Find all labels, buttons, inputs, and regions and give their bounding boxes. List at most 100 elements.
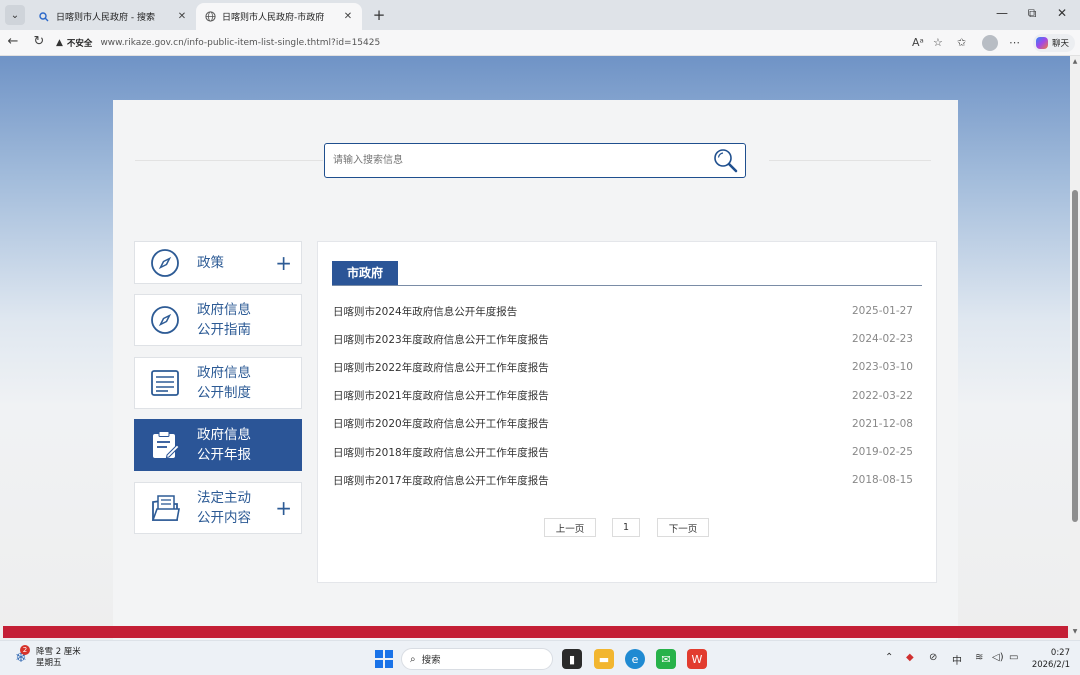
list-item[interactable]: 日喀则市2021年度政府信息公开工作年度报告 2022-03-22 — [333, 382, 913, 410]
maximize-button[interactable]: ⧉ — [1025, 6, 1039, 21]
report-title-link[interactable]: 日喀则市2022年度政府信息公开工作年度报告 — [333, 360, 549, 375]
sidebar-item-disclosure-guide[interactable]: 政府信息 公开指南 — [134, 294, 302, 346]
search-icon[interactable] — [713, 148, 739, 174]
browser-tab-bar: ⌄ 日喀则市人民政府 - 搜索 ✕ 日喀则市人民政府-市政府 ✕ + — ⧉ ✕ — [0, 0, 1080, 30]
report-title-link[interactable]: 日喀则市2020年度政府信息公开工作年度报告 — [333, 416, 549, 431]
windows-start-icon[interactable] — [374, 649, 394, 669]
report-title-link[interactable]: 日喀则市2021年度政府信息公开工作年度报告 — [333, 388, 549, 403]
copilot-icon — [1036, 37, 1048, 49]
sidebar-item-label: 法定主动 公开内容 — [197, 488, 251, 528]
search-box — [324, 143, 746, 178]
security-tray-icon[interactable]: ◆ — [906, 652, 914, 663]
scroll-up-icon[interactable]: ▲ — [1071, 58, 1079, 65]
clock-time: 0:27 — [1050, 648, 1070, 658]
input-method-indicator[interactable]: 中 — [952, 652, 962, 667]
system-clock[interactable]: 0:27 2026/2/1 — [1030, 647, 1070, 671]
report-date: 2019-02-25 — [851, 446, 913, 459]
folder-document-icon — [150, 493, 180, 523]
globe-icon — [204, 11, 216, 23]
read-aloud-icon[interactable]: Aᵃ — [912, 36, 924, 49]
sidebar-item-statutory-content[interactable]: 法定主动公开内容 + — [134, 482, 302, 534]
refresh-icon[interactable]: ↻ — [32, 35, 46, 49]
search-icon — [38, 11, 50, 23]
weather-widget[interactable]: ❄ 2 降雪 2 厘米 星期五 — [12, 645, 81, 669]
divider — [135, 160, 323, 161]
sidebar-item-policy[interactable]: 政策 + — [134, 241, 302, 284]
wifi-icon[interactable]: ≋ — [975, 652, 983, 663]
tab-city-government[interactable]: 市政府 — [332, 261, 399, 286]
list-item[interactable]: 日喀则市2020年度政府信息公开工作年度报告 2021-12-08 — [333, 410, 913, 438]
new-tab-button[interactable]: + — [370, 6, 388, 24]
report-list-panel: 市政府 日喀则市2024年政府信息公开年度报告 2025-01-27 日喀则市20… — [317, 241, 937, 583]
list-item[interactable]: 日喀则市2022年度政府信息公开工作年度报告 2023-03-10 — [333, 353, 913, 381]
page-number-button[interactable]: 1 — [612, 518, 640, 537]
report-title-link[interactable]: 日喀则市2018年度政府信息公开工作年度报告 — [333, 445, 549, 460]
minimize-button[interactable]: — — [995, 6, 1009, 20]
report-title-link[interactable]: 日喀则市2024年政府信息公开年度报告 — [333, 304, 517, 319]
next-page-button[interactable]: 下一页 — [657, 518, 709, 537]
sidebar-item-label: 政府信息 公开制度 — [197, 363, 251, 403]
browser-tab-search[interactable]: 日喀则市人民政府 - 搜索 ✕ — [30, 3, 196, 30]
report-title-link[interactable]: 日喀则市2023年度政府信息公开工作年度报告 — [333, 332, 549, 347]
list-item[interactable]: 日喀则市2023年度政府信息公开工作年度报告 2024-02-23 — [333, 325, 913, 353]
tab-title: 日喀则市人民政府 - 搜索 — [56, 13, 155, 23]
wps-icon[interactable]: W — [687, 649, 707, 669]
url-text: www.rikaze.gov.cn/info-public-item-list-… — [100, 38, 381, 48]
network-off-icon[interactable]: ⊘ — [929, 652, 937, 663]
report-date: 2025-01-27 — [851, 305, 913, 318]
list-item[interactable]: 日喀则市2024年政府信息公开年度报告 2025-01-27 — [333, 297, 913, 325]
clipboard-edit-icon — [150, 430, 180, 460]
tab-close-icon[interactable]: ✕ — [176, 11, 188, 22]
weather-text: 降雪 2 厘米 星期五 — [36, 647, 81, 669]
url-field[interactable]: ▲ 不安全 www.rikaze.gov.cn/info-public-item… — [56, 33, 956, 53]
tab-close-icon[interactable]: ✕ — [342, 11, 354, 22]
file-explorer-icon[interactable]: ▬ — [594, 649, 614, 669]
sidebar-item-annual-report[interactable]: 政府信息 公开年报 — [134, 419, 302, 471]
tab-list-button[interactable]: ⌄ — [5, 5, 25, 25]
chevron-up-icon[interactable]: ⌃ — [885, 652, 893, 663]
report-date: 2021-12-08 — [851, 417, 913, 430]
back-arrow-icon[interactable]: ← — [6, 35, 20, 49]
scroll-down-icon[interactable]: ▼ — [1071, 628, 1079, 635]
sidebar-item-label: 政策 — [197, 253, 224, 273]
battery-icon[interactable]: ▭ — [1009, 652, 1018, 663]
task-view-icon[interactable]: ▮ — [562, 649, 582, 669]
report-date: 2024-02-23 — [851, 333, 913, 346]
notification-badge: 2 — [20, 645, 30, 655]
report-title-link[interactable]: 日喀则市2017年度政府信息公开工作年度报告 — [333, 473, 549, 488]
prev-page-button[interactable]: 上一页 — [544, 518, 596, 537]
report-list: 日喀则市2024年政府信息公开年度报告 2025-01-27 日喀则市2023年度… — [333, 297, 913, 494]
list-item[interactable]: 日喀则市2018年度政府信息公开工作年度报告 2019-02-25 — [333, 438, 913, 466]
sidebar-label-line: 政府信息 — [197, 365, 251, 381]
favorites-icon[interactable]: ✩ — [957, 36, 966, 49]
edge-browser-icon[interactable]: e — [625, 649, 645, 669]
sidebar-label-line: 公开内容 — [197, 510, 251, 526]
sidebar-label-line: 法定主动 — [197, 490, 251, 506]
copilot-chat-button[interactable]: 聊天 — [1033, 34, 1075, 52]
insecure-label: 不安全 — [66, 39, 93, 49]
report-date: 2023-03-10 — [851, 361, 913, 374]
plus-icon[interactable]: + — [275, 253, 292, 273]
plus-icon[interactable]: + — [275, 498, 292, 518]
content-container: 政策 + 政府信息公开指南 政府信息公开制度 政府信息公开年报 法定 — [113, 100, 958, 640]
sidebar-label-line: 政府信息 — [197, 302, 251, 318]
star-icon[interactable]: ☆ — [933, 36, 943, 49]
divider — [769, 160, 931, 161]
close-window-button[interactable]: ✕ — [1055, 6, 1069, 20]
sidebar-label-line: 公开年报 — [197, 447, 251, 463]
wechat-icon[interactable]: ✉ — [656, 649, 676, 669]
browser-tab-current[interactable]: 日喀则市人民政府-市政府 ✕ — [196, 3, 362, 30]
snowflake-icon: ❄ 2 — [12, 645, 30, 667]
volume-icon[interactable]: ◁) — [992, 652, 1004, 663]
more-options-icon[interactable]: ⋯ — [1009, 36, 1020, 49]
taskbar-search[interactable]: ⌕ 搜索 — [401, 648, 553, 670]
chevron-down-icon: ⌄ — [10, 9, 20, 21]
sidebar-item-disclosure-system[interactable]: 政府信息 公开制度 — [134, 357, 302, 409]
list-document-icon — [150, 368, 180, 398]
search-input[interactable] — [325, 144, 685, 177]
scrollbar[interactable]: ▲ ▼ — [1070, 56, 1080, 640]
profile-avatar[interactable] — [982, 35, 998, 51]
scrollbar-thumb[interactable] — [1072, 190, 1078, 522]
list-item[interactable]: 日喀则市2017年度政府信息公开工作年度报告 2018-08-15 — [333, 466, 913, 494]
web-page: 政策 + 政府信息公开指南 政府信息公开制度 政府信息公开年报 法定 — [0, 56, 1070, 640]
